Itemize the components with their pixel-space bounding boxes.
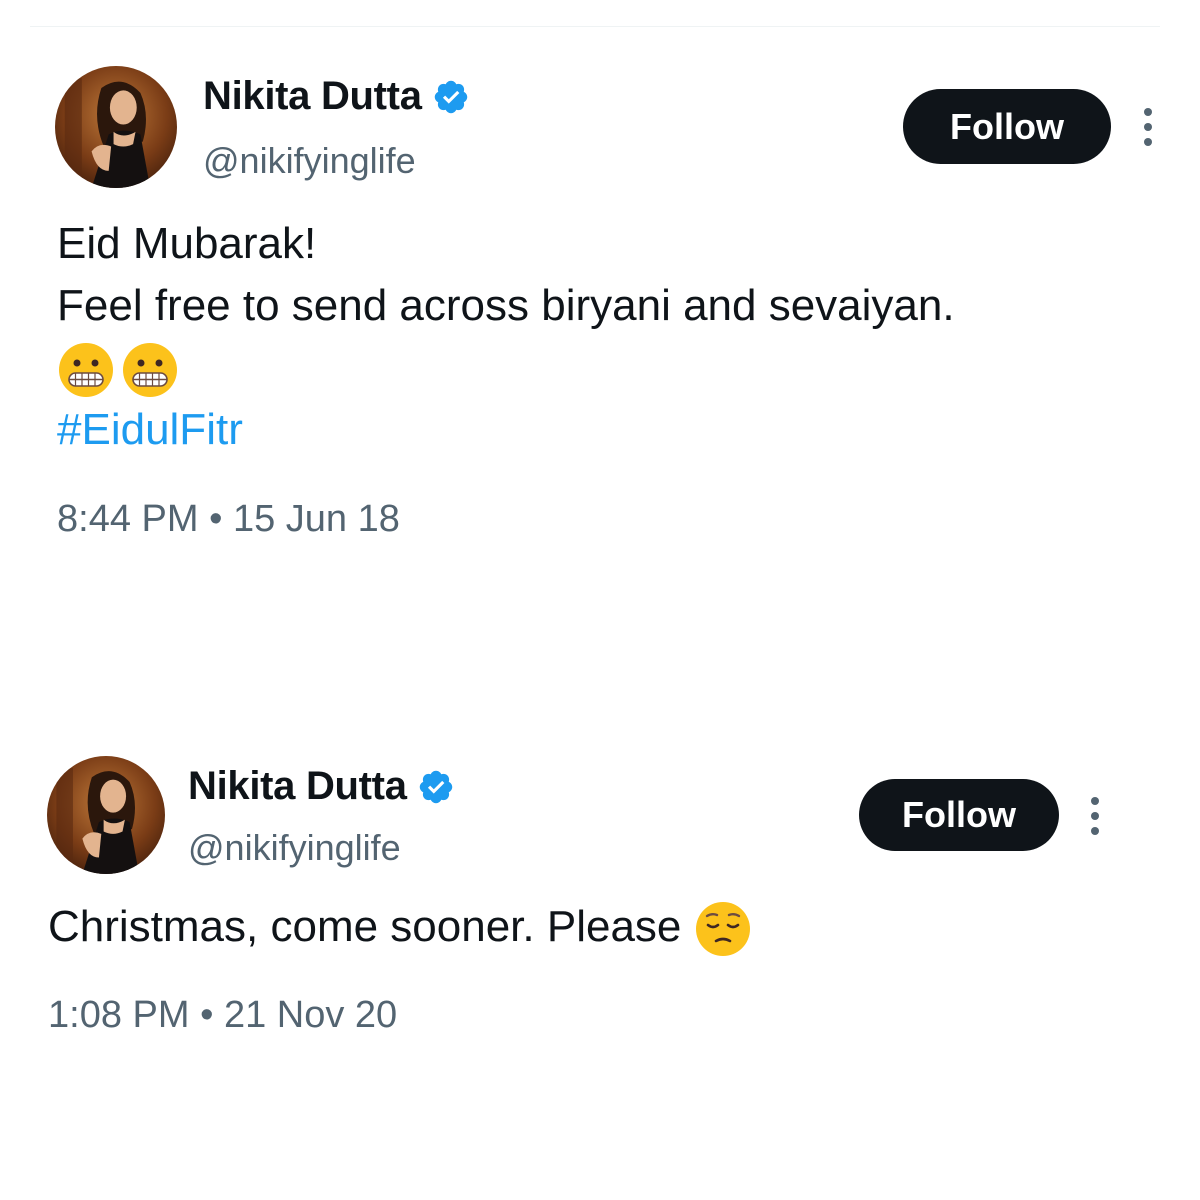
avatar[interactable]	[55, 66, 177, 188]
separator-dot: •	[200, 994, 214, 1036]
author-handle[interactable]: @nikifyinglife	[188, 827, 401, 869]
tweet-text: Eid Mubarak! Feel free to send across bi…	[57, 213, 955, 461]
avatar[interactable]	[47, 756, 165, 874]
dot	[1091, 812, 1099, 820]
pensive-face-emoji	[694, 900, 752, 958]
dot	[1091, 827, 1099, 835]
profile-photo	[55, 66, 177, 188]
dot	[1091, 797, 1099, 805]
more-options-icon[interactable]	[1088, 797, 1102, 835]
verified-badge-icon	[432, 78, 470, 116]
follow-button[interactable]: Follow	[903, 89, 1111, 164]
tweet-text-line: Christmas, come sooner. Please	[48, 896, 752, 958]
tweet-text-line: Feel free to send across biryani and sev…	[57, 281, 955, 330]
tweet-time: 8:44 PM	[57, 498, 199, 540]
follow-button[interactable]: Follow	[859, 779, 1059, 851]
tweet-time: 1:08 PM	[48, 994, 190, 1036]
tweet-card[interactable]: Nikita Dutta @nikifyinglife Follow Chris…	[0, 700, 1200, 1100]
tweet-timestamp[interactable]: 8:44 PM • 15 Jun 18	[57, 498, 400, 541]
dot	[1144, 123, 1152, 131]
dot	[1144, 108, 1152, 116]
tweet-timestamp[interactable]: 1:08 PM • 21 Nov 20	[48, 994, 397, 1037]
tweet-card[interactable]: Nikita Dutta @nikifyinglife Follow Eid M…	[0, 0, 1200, 600]
separator-dot: •	[209, 498, 223, 540]
verified-badge-icon	[417, 768, 455, 806]
dot	[1144, 138, 1152, 146]
more-options-icon[interactable]	[1141, 108, 1155, 146]
author-name-row: Nikita Dutta	[203, 74, 470, 119]
tweet-date: 15 Jun 18	[232, 498, 400, 540]
display-name[interactable]: Nikita Dutta	[188, 764, 407, 809]
tweet-text-line: Eid Mubarak!	[57, 219, 317, 268]
tweet-date: 21 Nov 20	[223, 994, 398, 1036]
hashtag-link[interactable]: #EidulFitr	[57, 399, 955, 461]
author-handle[interactable]: @nikifyinglife	[203, 140, 416, 182]
profile-photo	[47, 756, 165, 874]
author-name-row: Nikita Dutta	[188, 764, 455, 809]
tweet-text: Christmas, come sooner. Please	[48, 896, 752, 958]
grimacing-face-emoji	[57, 341, 115, 399]
emoji-line	[57, 337, 955, 399]
display-name[interactable]: Nikita Dutta	[203, 74, 422, 119]
grimacing-face-emoji	[121, 341, 179, 399]
tweet-text-content: Christmas, come sooner. Please	[48, 902, 682, 951]
